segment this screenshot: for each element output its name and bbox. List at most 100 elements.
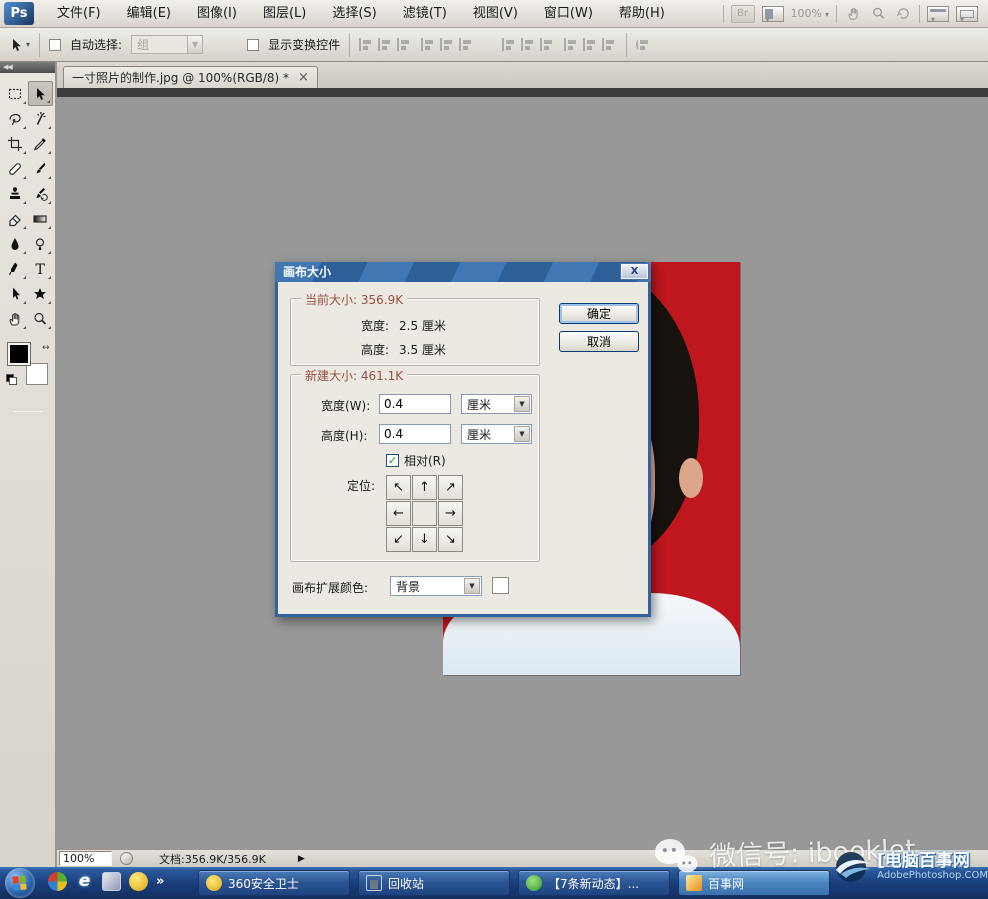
background-color-swatch[interactable] <box>26 363 48 385</box>
align-icon[interactable] <box>378 37 393 52</box>
extension-color-swatch[interactable] <box>492 577 509 594</box>
magic-wand-tool[interactable] <box>28 106 53 131</box>
pen-tool[interactable] <box>3 256 28 281</box>
ok-button[interactable]: 确定 <box>559 303 639 324</box>
taskbar-button-label: 360安全卫士 <box>228 875 299 892</box>
hand-tool[interactable] <box>3 306 28 331</box>
anchor-bottom[interactable]: ↓ <box>412 527 437 552</box>
new-size-group: 新建大小: 461.1K 宽度(W): 厘米▼ 高度(H): 厘米▼ 相对(R)… <box>290 374 540 562</box>
crop-tool[interactable] <box>3 131 28 156</box>
history-brush-tool[interactable] <box>28 181 53 206</box>
current-width-label: 宽度: <box>361 317 389 334</box>
status-menu-arrow-icon[interactable]: ▶ <box>298 854 305 864</box>
menu-image[interactable]: 图像(I) <box>184 0 250 28</box>
menu-help[interactable]: 帮助(H) <box>606 0 678 28</box>
move-tool[interactable] <box>28 81 53 106</box>
internet-explorer-icon[interactable]: e <box>75 871 94 891</box>
arrange-documents-button[interactable] <box>927 6 949 22</box>
default-colors-icon[interactable] <box>6 374 19 387</box>
auto-select-target-dropdown[interactable]: 组▼ <box>131 35 203 54</box>
status-zoom-input[interactable]: 100% <box>59 851 112 866</box>
taskbar-button-recycle-bin[interactable]: 回收站 <box>358 870 510 896</box>
dialog-close-button[interactable]: X <box>621 264 648 279</box>
anchor-top[interactable]: ↑ <box>412 475 437 500</box>
zoom-tool-icon[interactable] <box>869 6 887 22</box>
align-icon[interactable] <box>440 37 455 52</box>
tab-close-icon[interactable]: × <box>298 71 309 84</box>
align-icon[interactable] <box>359 37 374 52</box>
distribute-icon[interactable] <box>602 37 617 52</box>
distribute-icon[interactable] <box>502 37 517 52</box>
bridge-button[interactable]: Br <box>731 5 755 23</box>
new-width-input[interactable] <box>379 394 451 414</box>
anchor-bottom-left[interactable]: ↙ <box>386 527 411 552</box>
current-size-group: 当前大小: 356.9K 宽度: 2.5 厘米 高度: 3.5 厘米 <box>290 298 540 366</box>
start-button[interactable] <box>5 868 35 898</box>
zoom-tool[interactable] <box>28 306 53 331</box>
extension-color-dropdown[interactable]: 背景▼ <box>390 576 482 596</box>
color-swatches: ↔ <box>8 343 48 385</box>
relative-checkbox[interactable] <box>386 454 399 467</box>
auto-align-icon[interactable] <box>636 37 651 52</box>
menu-window[interactable]: 窗口(W) <box>531 0 606 28</box>
swap-colors-icon[interactable]: ↔ <box>42 343 50 353</box>
brush-tool[interactable] <box>28 156 53 181</box>
menu-view[interactable]: 视图(V) <box>460 0 531 28</box>
eraser-tool[interactable] <box>3 206 28 231</box>
align-icon[interactable] <box>459 37 474 52</box>
distribute-icon[interactable] <box>540 37 555 52</box>
blur-tool[interactable] <box>3 231 28 256</box>
anchor-center[interactable] <box>412 501 437 526</box>
align-icon[interactable] <box>421 37 436 52</box>
height-unit-dropdown[interactable]: 厘米▼ <box>461 424 532 444</box>
menu-layer[interactable]: 图层(L) <box>250 0 319 28</box>
screen-mode-button[interactable] <box>956 6 978 22</box>
hand-tool-icon[interactable] <box>844 6 862 22</box>
rotate-view-icon[interactable] <box>894 6 912 22</box>
anchor-left[interactable]: ← <box>386 501 411 526</box>
auto-select-checkbox[interactable] <box>49 39 61 51</box>
foreground-color-swatch[interactable] <box>8 343 30 365</box>
taskbar-button-news[interactable]: 【7条新动态】... <box>518 870 670 896</box>
zoom-level-dropdown[interactable]: 100% <box>791 7 829 20</box>
layout-view-button[interactable] <box>762 6 784 22</box>
anchor-top-left[interactable]: ↖ <box>386 475 411 500</box>
align-icon[interactable] <box>397 37 412 52</box>
anchor-right[interactable]: → <box>438 501 463 526</box>
quicklaunch-chevron-icon[interactable]: » <box>156 874 164 889</box>
new-height-input[interactable] <box>379 424 451 444</box>
rectangular-marquee-tool[interactable] <box>3 81 28 106</box>
menu-filter[interactable]: 滤镜(T) <box>390 0 460 28</box>
type-tool[interactable]: T <box>28 256 53 281</box>
menu-select[interactable]: 选择(S) <box>319 0 389 28</box>
toolbox-collapse-button[interactable]: ◀◀ <box>0 62 55 73</box>
anchor-top-right[interactable]: ↗ <box>438 475 463 500</box>
site-watermark: [电脑百事网 AdobePhotoshop.COM <box>833 850 988 884</box>
dodge-tool[interactable] <box>28 231 53 256</box>
distribute-icon[interactable] <box>583 37 598 52</box>
taskbar-button-360[interactable]: 360安全卫士 <box>198 870 350 896</box>
dialog-title-bar[interactable]: 画布大小 X <box>275 262 651 282</box>
distribute-icon[interactable] <box>521 37 536 52</box>
clone-stamp-tool[interactable] <box>3 181 28 206</box>
menu-edit[interactable]: 编辑(E) <box>114 0 184 28</box>
lasso-tool[interactable] <box>3 106 28 131</box>
gradient-tool[interactable] <box>28 206 53 231</box>
360-quicklaunch-icon[interactable] <box>48 872 67 891</box>
document-tab[interactable]: 一寸照片的制作.jpg @ 100%(RGB/8) * × <box>63 66 318 88</box>
app-quicklaunch-icon[interactable] <box>102 872 121 891</box>
path-selection-tool[interactable] <box>3 281 28 306</box>
spot-healing-brush-tool[interactable] <box>3 156 28 181</box>
show-transform-checkbox[interactable] <box>247 39 259 51</box>
menu-bar: Ps 文件(F) 编辑(E) 图像(I) 图层(L) 选择(S) 滤镜(T) 视… <box>0 0 988 28</box>
cancel-button[interactable]: 取消 <box>559 331 639 352</box>
custom-shape-tool[interactable] <box>28 281 53 306</box>
distribute-icon[interactable] <box>564 37 579 52</box>
eyedropper-tool[interactable] <box>28 131 53 156</box>
width-unit-dropdown[interactable]: 厘米▼ <box>461 394 532 414</box>
tool-preset-picker[interactable]: ▾ <box>8 37 30 53</box>
coin-quicklaunch-icon[interactable] <box>129 872 148 891</box>
anchor-bottom-right[interactable]: ↘ <box>438 527 463 552</box>
menu-file[interactable]: 文件(F) <box>44 0 114 28</box>
status-info-icon[interactable] <box>120 852 133 865</box>
